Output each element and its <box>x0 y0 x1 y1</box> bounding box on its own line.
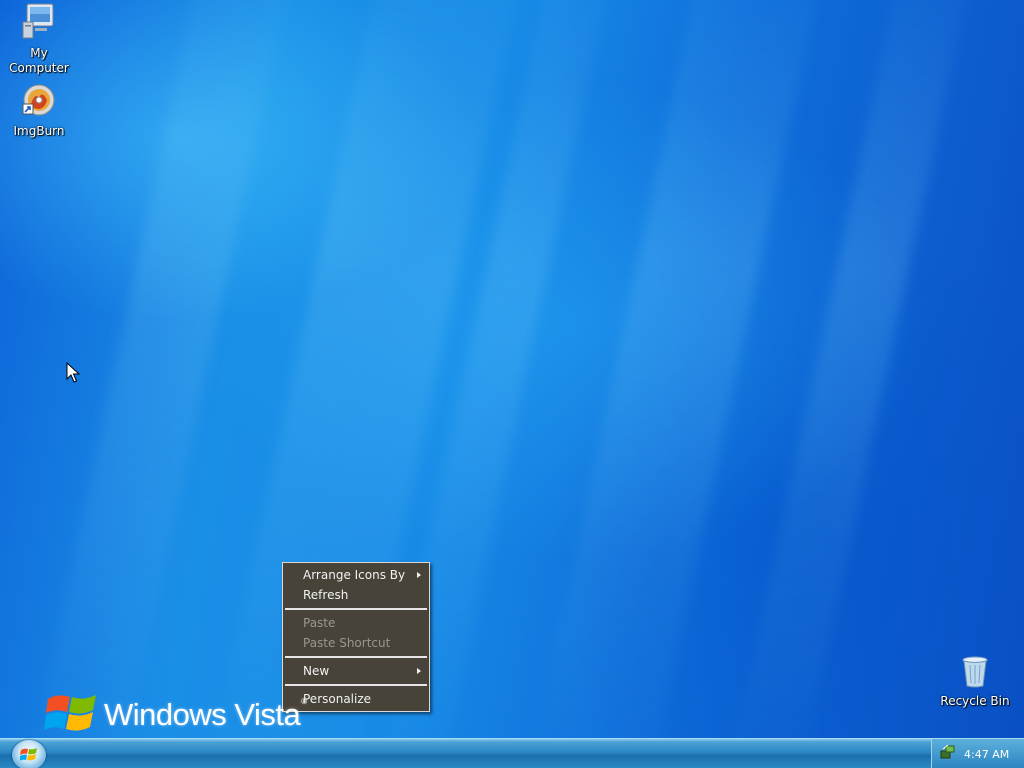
trademark: ® <box>301 697 307 706</box>
menu-item-arrange-icons-by[interactable]: Arrange Icons By <box>283 565 429 585</box>
desktop-icon-label: ImgBurn <box>13 124 65 138</box>
menu-item-paste-shortcut: Paste Shortcut <box>283 633 429 653</box>
menu-separator <box>285 684 427 686</box>
menu-item-label: Personalize <box>303 692 372 706</box>
start-button[interactable] <box>12 740 46 768</box>
submenu-arrow-icon <box>417 668 421 674</box>
windows-vista-wordmark: Windows Vista® <box>104 697 307 733</box>
desktop-icon-my-computer[interactable]: My Computer <box>1 2 77 76</box>
menu-item-new[interactable]: New <box>283 661 429 681</box>
desktop-icon-label: My <box>30 46 48 60</box>
menu-item-label: New <box>303 664 330 678</box>
desktop-icon-imgburn[interactable]: ImgBurn <box>1 84 77 139</box>
menu-item-label: Arrange Icons By <box>303 568 406 582</box>
desktop-icon-recycle-bin[interactable]: Recycle Bin <box>937 656 1013 709</box>
menu-item-label: Paste Shortcut <box>303 636 391 650</box>
menu-item-label: Paste <box>303 616 336 630</box>
menu-item-refresh[interactable]: Refresh <box>283 585 429 605</box>
windows-flag-icon <box>44 691 98 739</box>
desktop-icon-label: Computer <box>9 61 69 75</box>
taskbar: 4:47 AM <box>0 738 1024 768</box>
windows-orb-icon <box>19 747 38 767</box>
windows-vista-logo: Windows Vista® <box>44 692 307 738</box>
imgburn-disc-icon <box>1 84 77 122</box>
desktop-icon-label: Recycle Bin <box>940 694 1010 708</box>
recycle-bin-icon <box>937 656 1013 692</box>
logo-text: Windows Vista <box>104 697 301 732</box>
menu-item-paste: Paste <box>283 613 429 633</box>
network-icon[interactable] <box>940 744 956 764</box>
desktop[interactable]: My Computer ImgBurn Recycle Bin Arrange … <box>0 0 1024 768</box>
system-tray: 4:47 AM <box>931 739 1024 768</box>
menu-separator <box>285 656 427 658</box>
computer-icon <box>1 2 77 44</box>
menu-item-label: Refresh <box>303 588 349 602</box>
desktop-context-menu: Arrange Icons By Refresh Paste Paste Sho… <box>282 562 430 712</box>
taskbar-clock[interactable]: 4:47 AM <box>964 748 1009 761</box>
submenu-arrow-icon <box>417 572 421 578</box>
mouse-cursor-icon <box>66 361 81 388</box>
menu-separator <box>285 608 427 610</box>
